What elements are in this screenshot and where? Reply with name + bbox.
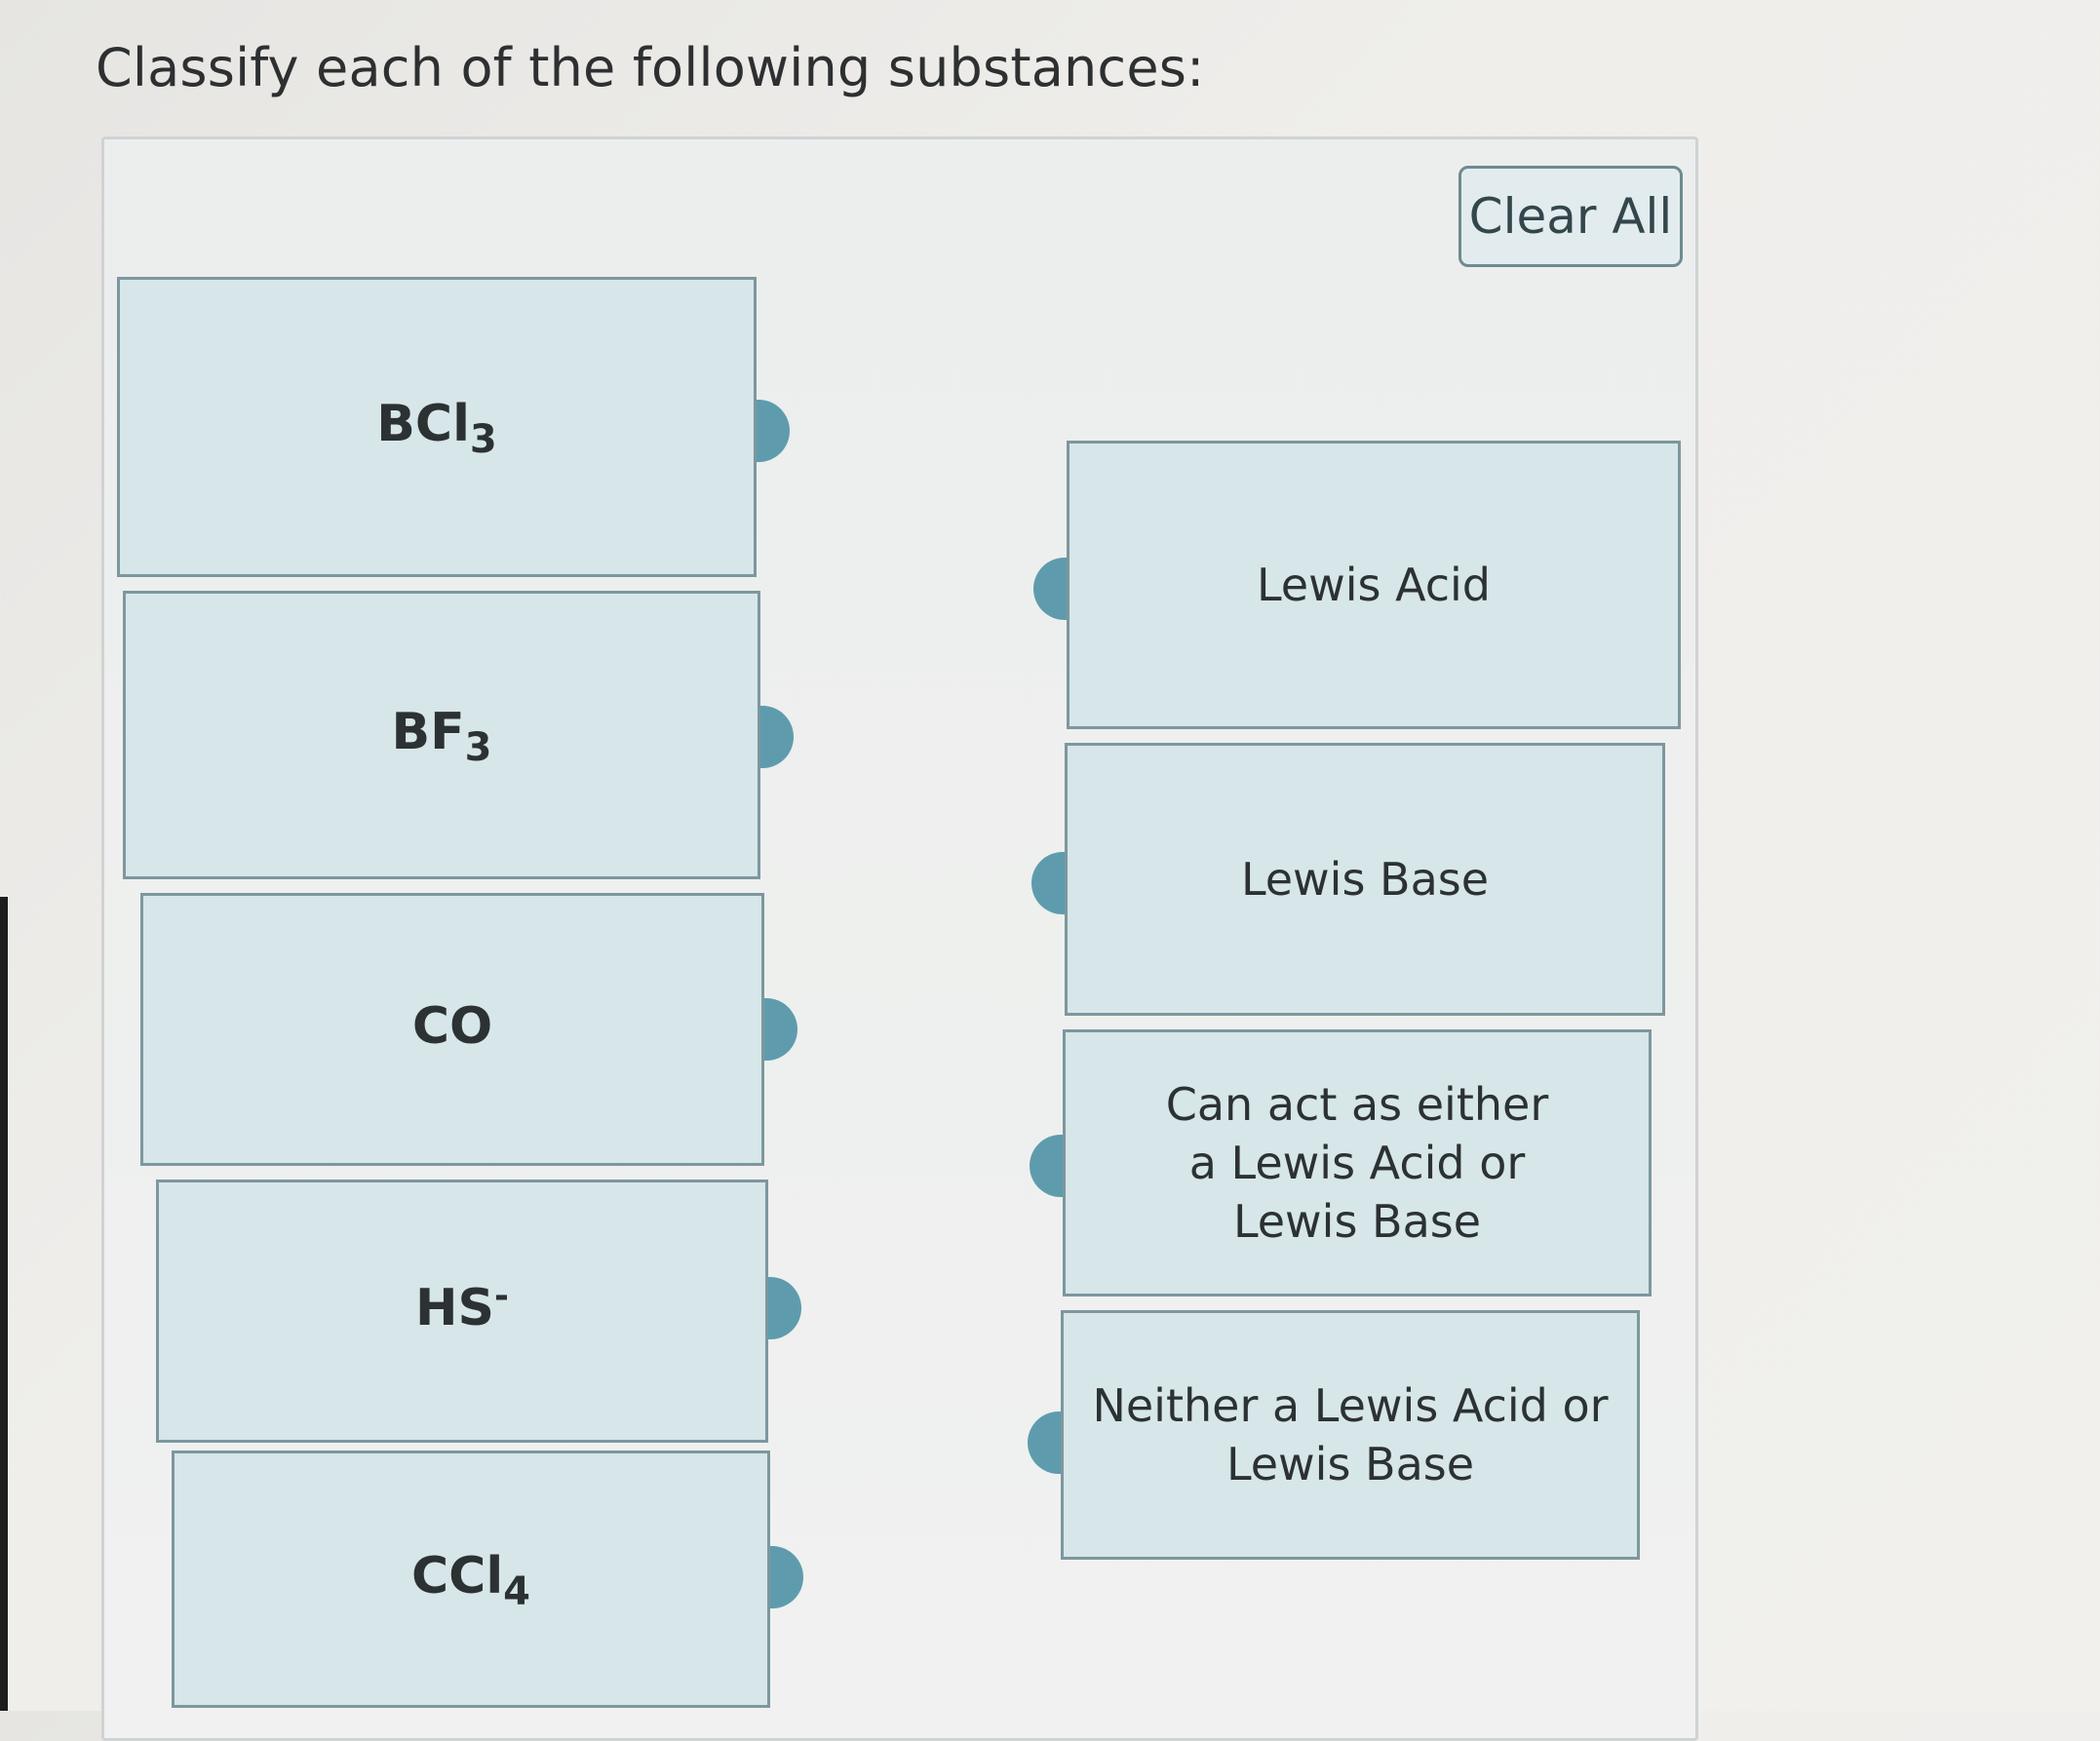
substance-card-co[interactable]: CO [140, 893, 764, 1166]
substance-formula: BF3 [391, 703, 492, 770]
category-card-either[interactable]: Can act as either a Lewis Acid or Lewis … [1063, 1029, 1652, 1296]
substance-card-hs[interactable]: HS- [156, 1180, 768, 1443]
substance-card-bcl3[interactable]: BCl3 [117, 277, 757, 577]
category-card-lewis-base[interactable]: Lewis Base [1065, 743, 1665, 1016]
clear-all-button[interactable]: Clear All [1458, 166, 1683, 267]
substance-formula: HS- [415, 1276, 509, 1337]
category-label: Neither a Lewis Acid or Lewis Base [1092, 1379, 1609, 1490]
substance-card-ccl4[interactable]: CCl4 [172, 1451, 770, 1708]
substance-formula: CO [411, 997, 493, 1056]
category-label: Lewis Acid [1256, 559, 1492, 611]
question-prompt: Classify each of the following substance… [96, 37, 1205, 98]
screen-bezel-edge [0, 897, 8, 1711]
substance-formula: CCl4 [411, 1547, 530, 1614]
category-label: Can act as either a Lewis Acid or Lewis … [1165, 1078, 1549, 1248]
category-card-lewis-acid[interactable]: Lewis Acid [1067, 441, 1681, 729]
category-label: Lewis Base [1240, 853, 1490, 906]
substance-card-bf3[interactable]: BF3 [123, 591, 760, 879]
substance-formula: BCl3 [376, 395, 497, 462]
category-card-neither[interactable]: Neither a Lewis Acid or Lewis Base [1061, 1310, 1640, 1560]
